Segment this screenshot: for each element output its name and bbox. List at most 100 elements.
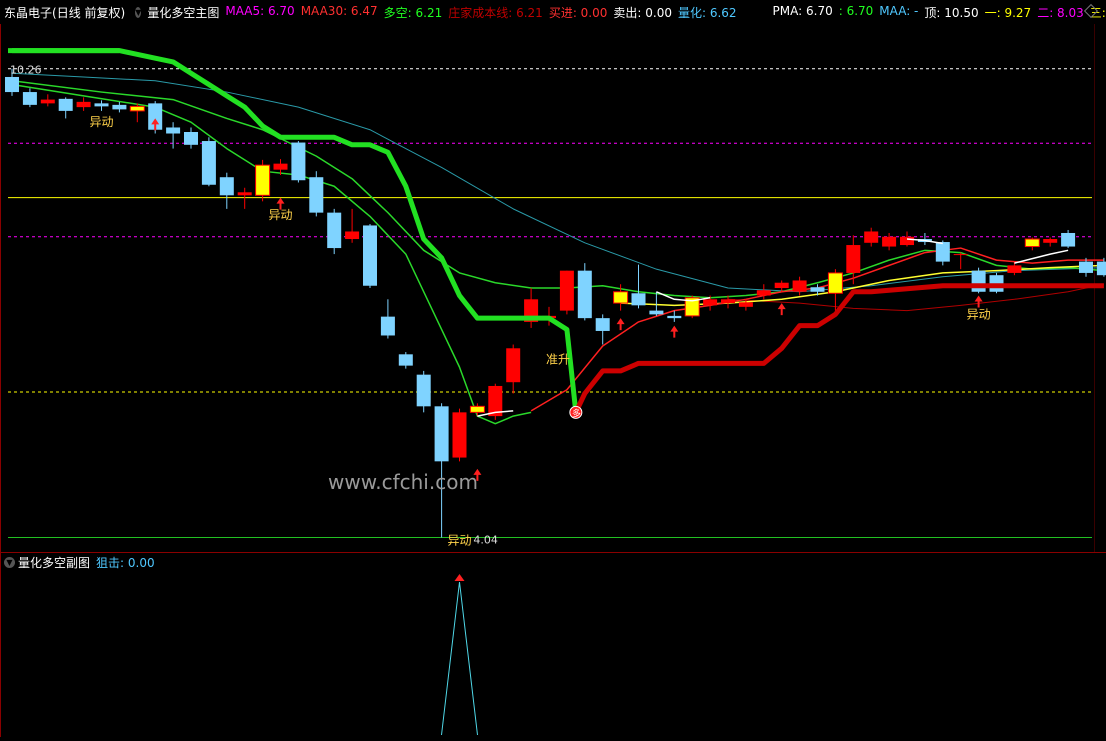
candle-body <box>1024 238 1040 248</box>
chevron-down-icon[interactable]: ▼ <box>4 556 15 568</box>
high-price-label: 10.26 <box>10 64 42 77</box>
candle-body <box>900 236 914 246</box>
sniper-spike-line <box>441 581 478 736</box>
header-value-8: : 6.70 <box>838 3 874 18</box>
candle-body <box>345 231 360 240</box>
up-arrow-icon <box>454 574 465 581</box>
header-value-0: MAA5: 6.70 <box>225 3 295 18</box>
candle-body <box>255 164 271 196</box>
sub-indicator-header: ▼ 量化多空副图 狙击: 0.00 <box>0 554 1106 570</box>
sub-chart-panel[interactable] <box>0 570 1106 737</box>
sub-chart-svg <box>441 574 478 736</box>
candle-body <box>219 177 234 196</box>
header-values: MAA5: 6.70 MAA30: 6.47 多空: 6.21 庄家成本线: 6.21… <box>225 4 1106 21</box>
ma-green-long-line <box>11 80 1104 299</box>
header-value-10: 顶: 10.50 <box>924 5 979 20</box>
candle-body <box>327 212 342 249</box>
candle-body <box>577 270 592 319</box>
candle-body <box>703 299 718 306</box>
header-value-5: 卖出: 0.00 <box>613 5 672 20</box>
low-price-label: 4.04 <box>473 533 498 546</box>
candle-body <box>129 105 145 112</box>
candle-body <box>434 406 449 462</box>
main-chart-svg: 异动异动异动异动准升多10.264.04 <box>5 48 1106 547</box>
candle-body <box>774 282 789 288</box>
candle-body <box>452 412 467 458</box>
header-value-11: 一: 9.27 <box>984 5 1032 20</box>
candle-body <box>792 280 807 292</box>
annotation-label-abnormal: 异动 <box>967 307 991 321</box>
annotation-label-rise: 准升 <box>546 353 570 367</box>
candle-body <box>201 141 216 185</box>
candle-body <box>971 270 986 292</box>
candle-body <box>380 316 395 336</box>
up-arrow-icon <box>616 318 625 331</box>
stock-name[interactable]: 东晶电子 <box>4 4 52 21</box>
ma-green-line <box>11 83 532 425</box>
main-indicator-header: 东晶电子 (日线 前复权) ▼ 量化多空主图 MAA5: 6.70 MAA30: … <box>0 0 1106 24</box>
candle-body <box>595 318 610 331</box>
header-value-1: MAA30: 6.47 <box>300 3 378 18</box>
main-chart-panel[interactable]: 异动 异动 异动 异动 准升多 10.26 4.04 <box>0 24 1106 552</box>
candle-body <box>1079 261 1093 273</box>
candle-body <box>559 270 574 311</box>
candle-body <box>416 374 431 407</box>
candle-body <box>309 177 324 213</box>
header-value-3: 庄家成本线: 6.21 <box>448 5 543 20</box>
candle-body <box>40 99 55 104</box>
annotation-label-abnormal: 异动 <box>90 115 114 129</box>
candle-body <box>1096 261 1106 276</box>
candle-body <box>882 236 897 247</box>
candle-body <box>363 225 377 286</box>
candle-body <box>738 302 753 307</box>
candle-body <box>112 104 127 110</box>
candle-body <box>94 103 109 107</box>
header-value-12: 二: 8.03 <box>1037 5 1084 20</box>
period-label[interactable]: (日线 前复权) <box>52 4 125 21</box>
header-value-2: 多空: 6.21 <box>383 5 443 20</box>
up-arrow-icon <box>974 295 983 308</box>
candle-body <box>469 405 485 413</box>
candle-body <box>953 254 968 256</box>
candle-body <box>613 291 629 304</box>
candle-body <box>721 299 735 304</box>
header-value-7: PMA: 6.70 <box>772 3 833 18</box>
candle-body <box>810 287 825 292</box>
candle-body <box>756 290 771 296</box>
candle-body <box>1061 232 1076 247</box>
sub-indicator-value: 狙击: 0.00 <box>96 555 155 570</box>
candle-body <box>1007 265 1022 273</box>
watermark: www.cfchi.com <box>328 470 478 494</box>
annotation-label-abnormal: 异动 <box>269 208 293 222</box>
candle-body <box>827 272 843 294</box>
panel-divider[interactable] <box>0 552 1106 553</box>
header-value-9: MAA: - <box>879 3 919 18</box>
header-value-4: 买进: 0.00 <box>548 5 608 20</box>
candle-body <box>1043 239 1058 243</box>
candle-body <box>506 348 521 383</box>
duo-signal-label: 多 <box>572 407 581 419</box>
main-indicator-name[interactable]: 量化多空主图 <box>147 4 219 21</box>
candle-body <box>5 76 19 93</box>
candle-body <box>22 92 37 105</box>
up-arrow-icon <box>670 325 679 338</box>
sub-indicator-name[interactable]: 量化多空副图 <box>18 554 90 571</box>
candle-body <box>398 354 413 366</box>
candle-body <box>864 231 879 243</box>
candle-body <box>76 101 91 108</box>
up-arrow-icon <box>777 303 786 316</box>
candle-body <box>846 245 861 273</box>
candle-body <box>631 293 646 306</box>
candle-body <box>935 242 950 262</box>
candle-body <box>273 163 288 170</box>
candle-body <box>291 142 306 181</box>
header-value-6: 量化: 6.62 <box>677 5 737 20</box>
chevron-down-icon[interactable]: ▼ <box>135 6 142 18</box>
annotation-label-abnormal: 异动 <box>448 533 472 547</box>
candle-body <box>58 98 73 111</box>
candle-body <box>649 310 664 315</box>
candle-body <box>237 192 252 196</box>
candle-body <box>166 127 181 134</box>
candle-body <box>667 315 682 319</box>
candle-body <box>184 132 198 145</box>
